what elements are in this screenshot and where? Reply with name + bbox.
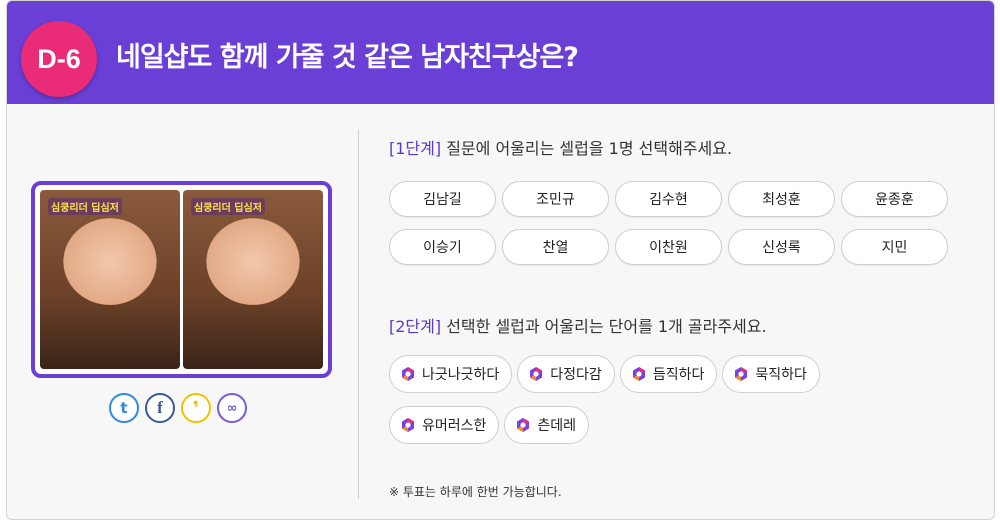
celeb-option[interactable]: 조민규 bbox=[502, 181, 609, 217]
step2-text: 선택한 셀럽과 어울리는 단어를 1개 골라주세요. bbox=[441, 317, 767, 336]
celeb-option[interactable]: 이승기 bbox=[389, 229, 496, 265]
hexagon-logo-icon bbox=[402, 418, 414, 432]
celeb-option[interactable]: 찬열 bbox=[502, 229, 609, 265]
question-header: D-6 네일샵도 함께 가줄 것 같은 남자친구상은? bbox=[7, 1, 994, 104]
celeb-option[interactable]: 김남길 bbox=[389, 181, 496, 217]
question-title: 네일샵도 함께 가줄 것 같은 남자친구상은? bbox=[116, 42, 579, 73]
question-image: 심쿵리더 딥심저 심쿵리더 딥심저 bbox=[31, 181, 332, 378]
word-label: 묵직하다 bbox=[755, 367, 807, 383]
word-label: 츤데레 bbox=[537, 418, 577, 434]
twitter-share-icon[interactable]: t bbox=[109, 393, 139, 423]
step1-tag: [1단계] bbox=[389, 139, 442, 158]
step2-instruction: [2단계] 선택한 셀럽과 어울리는 단어를 1개 골라주세요. bbox=[389, 313, 767, 337]
photo-frame-left: 심쿵리더 딥심저 bbox=[40, 190, 180, 369]
left-panel: 심쿵리더 딥심저 심쿵리더 딥심저 t f ❜ ∞ bbox=[7, 104, 359, 519]
celeb-option[interactable]: 윤종훈 bbox=[841, 181, 948, 217]
vote-limit-note: ※ 투표는 하루에 한번 가능합니다. bbox=[389, 485, 562, 499]
word-label: 나긋나긋하다 bbox=[422, 367, 500, 383]
kakaostory-share-icon[interactable]: ❜ bbox=[181, 393, 211, 423]
hexagon-logo-icon bbox=[517, 418, 530, 432]
celeb-option[interactable]: 신성록 bbox=[728, 229, 835, 265]
vote-card: D-6 네일샵도 함께 가줄 것 같은 남자친구상은? 심쿵리더 딥심저 심쿵리… bbox=[6, 0, 995, 520]
photo-caption: 심쿵리더 딥심저 bbox=[191, 198, 265, 215]
word-label: 유머러스한 bbox=[422, 418, 487, 434]
celeb-options: 김남길 조민규 김수현 최성훈 윤종훈 이승기 찬열 이찬원 신성록 지민 bbox=[389, 181, 949, 265]
word-option[interactable]: 유머러스한 bbox=[389, 406, 500, 444]
photo-caption: 심쿵리더 딥심저 bbox=[48, 198, 122, 215]
hexagon-logo-icon bbox=[735, 367, 748, 381]
panel-divider bbox=[358, 129, 359, 499]
share-buttons: t f ❜ ∞ bbox=[109, 393, 247, 423]
hexagon-logo-icon bbox=[632, 367, 645, 381]
celeb-option[interactable]: 김수현 bbox=[615, 181, 722, 217]
word-option[interactable]: 묵직하다 bbox=[722, 355, 820, 393]
facebook-share-icon[interactable]: f bbox=[145, 393, 175, 423]
copy-link-icon[interactable]: ∞ bbox=[217, 393, 247, 423]
word-option[interactable]: 다정다감 bbox=[517, 355, 615, 393]
word-option[interactable]: 츤데레 bbox=[504, 406, 590, 444]
celeb-option[interactable]: 이찬원 bbox=[615, 229, 722, 265]
word-label: 다정다감 bbox=[550, 367, 602, 383]
celeb-option[interactable]: 최성훈 bbox=[728, 181, 835, 217]
hexagon-logo-icon bbox=[402, 367, 414, 381]
word-option[interactable]: 나긋나긋하다 bbox=[389, 355, 513, 393]
word-option[interactable]: 듬직하다 bbox=[619, 355, 718, 393]
word-options: 나긋나긋하다 다정다감 듬직하다 묵직하다 유머러스한 츤데레 bbox=[389, 355, 869, 444]
step2-tag: [2단계] bbox=[389, 317, 442, 336]
celeb-option[interactable]: 지민 bbox=[841, 229, 948, 265]
photo-frame-right: 심쿵리더 딥심저 bbox=[183, 190, 323, 369]
d-day-badge: D-6 bbox=[21, 21, 97, 97]
hexagon-logo-icon bbox=[530, 367, 543, 381]
step1-text: 질문에 어울리는 셀럽을 1명 선택해주세요. bbox=[441, 139, 733, 158]
step1-instruction: [1단계] 질문에 어울리는 셀럽을 1명 선택해주세요. bbox=[389, 135, 732, 159]
word-label: 듬직하다 bbox=[652, 367, 705, 383]
